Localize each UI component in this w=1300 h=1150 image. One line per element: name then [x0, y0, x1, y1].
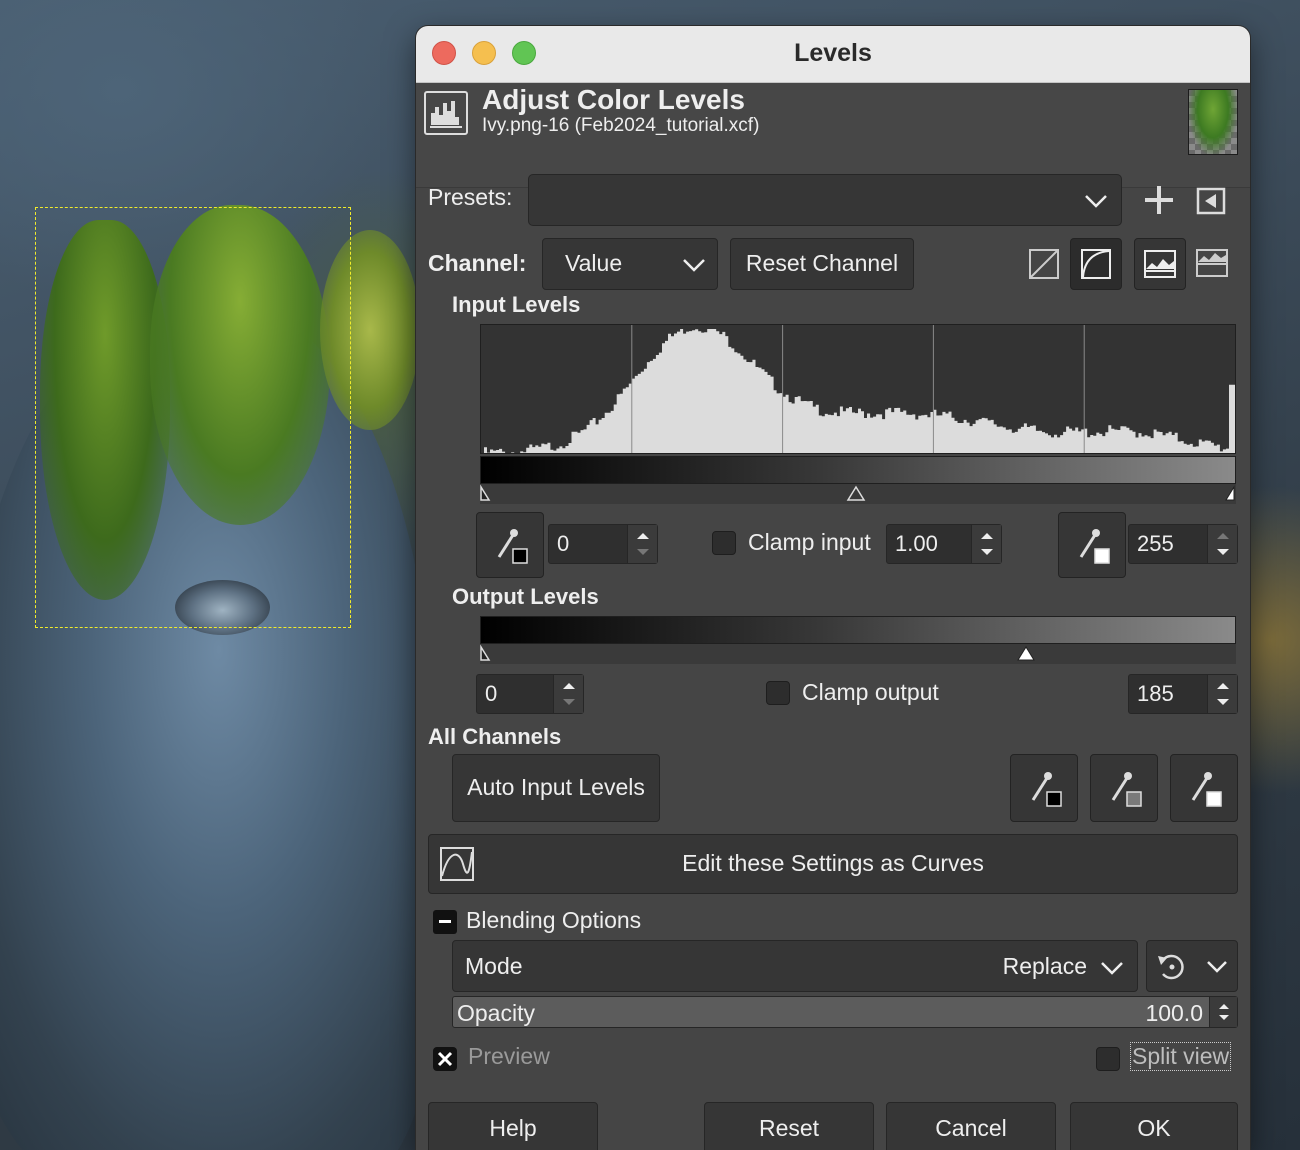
input-low-value: 0: [557, 531, 570, 556]
eyedropper-white-icon: [1191, 772, 1222, 807]
eyedropper-black-icon: [497, 529, 528, 564]
mode-dropdown[interactable]: Mode Replace: [452, 940, 1138, 992]
opacity-spinner[interactable]: [1209, 997, 1237, 1027]
input-low-field[interactable]: 0: [548, 524, 658, 564]
output-high-spinner[interactable]: [1207, 675, 1237, 713]
preview-checkbox[interactable]: [433, 1047, 457, 1071]
output-levels-heading: Output Levels: [452, 584, 599, 609]
output-high-value: 185: [1137, 681, 1174, 706]
reset-channel-button[interactable]: Reset Channel: [730, 238, 914, 290]
selection-marquee[interactable]: [35, 207, 351, 628]
pick-white-all-button[interactable]: [1170, 754, 1238, 822]
input-gamma-field[interactable]: 1.00: [886, 524, 1002, 564]
pick-black-point-button[interactable]: [476, 512, 544, 578]
histogram-view[interactable]: [480, 324, 1236, 454]
histogram-plot: [481, 325, 1235, 453]
channel-dropdown[interactable]: Value: [542, 238, 718, 290]
opacity-value: 100.0: [1145, 1000, 1203, 1026]
levels-dialog: Levels Adjust Color Levels Ivy.png-16 (F…: [416, 26, 1250, 1150]
ok-button[interactable]: OK: [1070, 1102, 1238, 1150]
auto-input-levels-button[interactable]: Auto Input Levels: [452, 754, 660, 822]
output-low-spinner[interactable]: [553, 675, 583, 713]
chevron-down-icon: [1085, 195, 1107, 208]
preset-menu-icon[interactable]: [1196, 186, 1226, 216]
eyedropper-black-icon: [1031, 772, 1062, 807]
pick-gray-all-button[interactable]: [1090, 754, 1158, 822]
dialog-heading: Adjust Color Levels: [482, 84, 745, 115]
eyedropper-gray-icon: [1111, 772, 1142, 807]
channel-label: Channel:: [428, 250, 527, 276]
split-view-label: Split view: [1130, 1042, 1232, 1071]
histogram-bars-icon: [1144, 250, 1176, 278]
help-button[interactable]: Help: [428, 1102, 598, 1150]
input-high-spinner[interactable]: [1207, 525, 1237, 563]
preview-label: Preview: [468, 1043, 550, 1069]
opacity-slider[interactable]: Opacity 100.0: [452, 996, 1238, 1028]
output-gradient-bar: [480, 616, 1236, 644]
input-slider-track[interactable]: [480, 484, 1236, 504]
pick-black-all-button[interactable]: [1010, 754, 1078, 822]
mode-value: Replace: [1002, 953, 1087, 979]
histogram-area: [481, 329, 1235, 453]
clamp-input-label: Clamp input: [748, 529, 871, 555]
clamp-output-checkbox[interactable]: [766, 681, 790, 705]
white-point-handle: [1225, 485, 1235, 501]
title-bar[interactable]: Levels: [416, 26, 1250, 83]
presets-label: Presets:: [428, 184, 513, 210]
window-title: Levels: [794, 39, 872, 67]
opacity-label: Opacity: [457, 1000, 535, 1026]
histogram-scale-button[interactable]: [1134, 238, 1186, 290]
black-point-handle: [480, 484, 491, 501]
histogram-inverted-icon[interactable]: [1195, 248, 1229, 278]
gamma-handle: [846, 485, 866, 501]
chevron-down-icon: [1101, 962, 1123, 975]
output-low-value: 0: [485, 681, 498, 706]
linear-histogram-icon[interactable]: [1028, 248, 1060, 280]
input-high-value: 255: [1137, 531, 1174, 556]
all-channels-heading: All Channels: [428, 724, 562, 749]
mode-label: Mode: [465, 953, 523, 979]
blending-options-heading: Blending Options: [466, 907, 642, 933]
reset-button[interactable]: Reset: [704, 1102, 874, 1150]
blending-collapse-toggle[interactable]: [433, 910, 457, 934]
mode-options-button[interactable]: [1146, 940, 1238, 992]
input-gamma-value: 1.00: [895, 531, 938, 556]
input-high-field[interactable]: 255: [1128, 524, 1238, 564]
output-high-field[interactable]: 185: [1128, 674, 1238, 714]
output-slider-track[interactable]: [480, 644, 1236, 664]
dialog-header: Adjust Color Levels Ivy.png-16 (Feb2024_…: [416, 83, 1250, 188]
eyedropper-white-icon: [1079, 529, 1110, 564]
add-preset-icon[interactable]: [1142, 183, 1176, 217]
output-low-field[interactable]: 0: [476, 674, 584, 714]
input-levels-heading: Input Levels: [452, 292, 581, 317]
layer-thumbnail: [1188, 89, 1238, 155]
chevron-down-icon: [683, 259, 705, 272]
presets-dropdown[interactable]: [528, 174, 1122, 226]
edit-as-curves-label: Edit these Settings as Curves: [682, 850, 984, 876]
input-gamma-spinner[interactable]: [971, 525, 1001, 563]
channel-value: Value: [565, 250, 623, 276]
chevron-down-icon: [1207, 961, 1227, 973]
reset-mode-icon: [1158, 954, 1184, 980]
histogram-icon: [424, 91, 468, 135]
log-histogram-icon: [1081, 249, 1111, 279]
pick-white-point-button[interactable]: [1058, 512, 1126, 578]
edit-as-curves-button[interactable]: Edit these Settings as Curves: [428, 834, 1238, 894]
log-histogram-button[interactable]: [1070, 238, 1122, 290]
clamp-input-checkbox[interactable]: [712, 531, 736, 555]
split-view-checkbox[interactable]: [1096, 1047, 1120, 1071]
image-name: Ivy.png-16 (Feb2024_tutorial.xcf): [482, 115, 760, 136]
cancel-button[interactable]: Cancel: [886, 1102, 1056, 1150]
input-gradient-bar: [480, 456, 1236, 484]
input-low-spinner[interactable]: [627, 525, 657, 563]
output-low-handle: [480, 644, 491, 661]
output-high-handle: [1017, 646, 1035, 661]
clamp-output-label: Clamp output: [802, 679, 939, 705]
